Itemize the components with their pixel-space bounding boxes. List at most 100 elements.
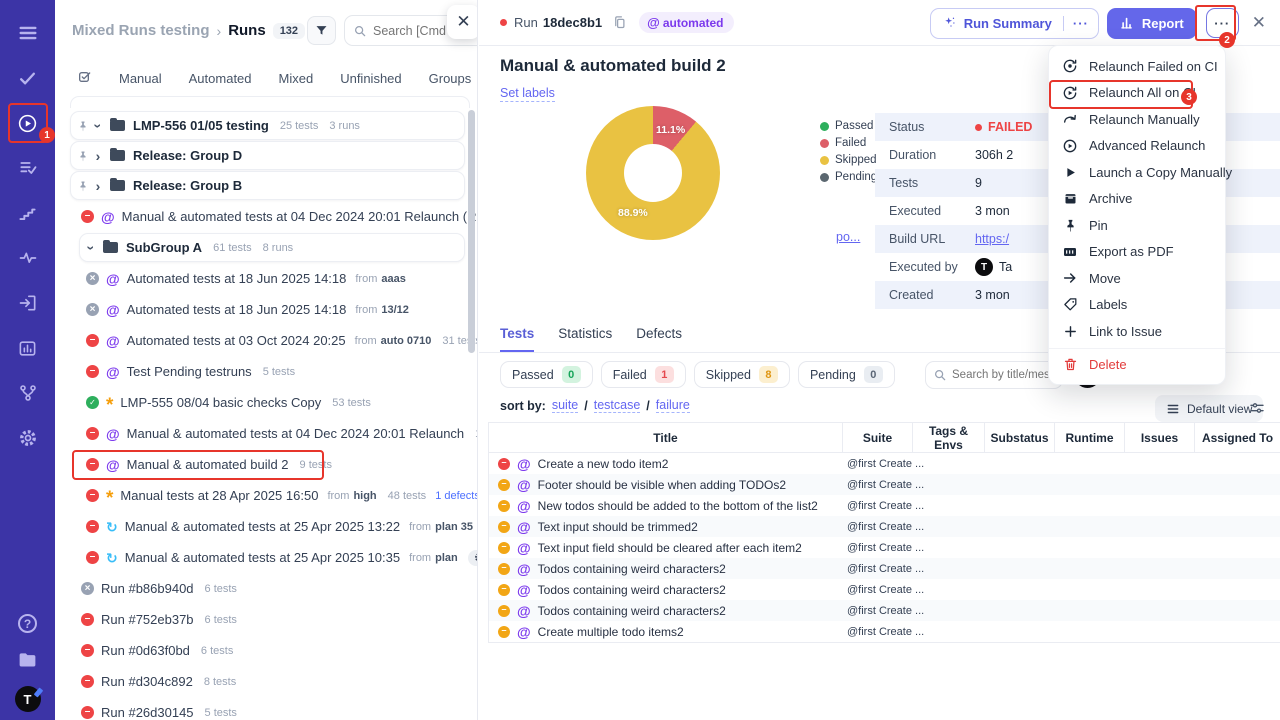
test-row[interactable]: Footer should be visible when adding TOD… bbox=[489, 474, 1280, 495]
run-list-item[interactable]: Run #0d63f0bd 6 tests bbox=[55, 635, 477, 666]
run-list-item[interactable]: Run #d304c892 8 tests bbox=[55, 666, 477, 697]
test-row[interactable]: Todos containing weird characters2 @firs… bbox=[489, 600, 1280, 621]
breadcrumb-section[interactable]: Runs bbox=[228, 22, 266, 39]
sidebar-nav-button[interactable] bbox=[8, 58, 48, 98]
menu-item[interactable]: Launch a Copy Manually bbox=[1049, 159, 1232, 186]
run-list-item[interactable]: Release: Group B bbox=[70, 171, 465, 200]
menu-item[interactable]: Delete bbox=[1049, 347, 1225, 377]
menu-item[interactable]: Relaunch Failed on CI bbox=[1049, 53, 1225, 80]
status-filter-pill[interactable]: Skipped 8 bbox=[693, 361, 790, 388]
run-list-item[interactable]: Run #b86b940d 6 tests bbox=[55, 573, 477, 604]
panel-close-button[interactable]: ✕ bbox=[447, 5, 477, 39]
menu-item[interactable]: Archive bbox=[1049, 186, 1225, 213]
table-header-cell[interactable]: Runtime bbox=[1055, 423, 1125, 452]
test-row[interactable]: New todos should be added to the bottom … bbox=[489, 495, 1280, 516]
tests-search-input[interactable] bbox=[952, 369, 1057, 381]
sidebar-nav-button[interactable] bbox=[8, 328, 48, 368]
menu-item[interactable]: Move bbox=[1049, 265, 1225, 292]
report-button[interactable]: Report bbox=[1106, 7, 1197, 39]
chevron-icon[interactable] bbox=[91, 118, 105, 134]
runs-scrollbar[interactable] bbox=[468, 110, 475, 353]
filter-button[interactable] bbox=[307, 16, 336, 45]
run-list-item[interactable]: Manual & automated tests at 25 Apr 2025 … bbox=[55, 511, 477, 542]
test-title: Footer should be visible when adding TOD… bbox=[537, 477, 787, 492]
chevron-icon[interactable] bbox=[91, 178, 105, 194]
sidebar-nav-button[interactable] bbox=[8, 283, 48, 323]
run-list-item[interactable]: Manual tests at 28 Apr 2025 16:50 from h… bbox=[55, 480, 477, 511]
test-row[interactable]: Todos containing weird characters2 @firs… bbox=[489, 558, 1280, 579]
status-filter-pill[interactable]: Pending 0 bbox=[797, 361, 895, 388]
build-url-link[interactable]: https:/ bbox=[975, 232, 1009, 246]
run-list-item[interactable]: Manual & automated tests at 04 Dec 2024 … bbox=[55, 201, 477, 232]
run-list-item[interactable]: Manual & automated tests at 25 Apr 2025 … bbox=[55, 542, 477, 573]
test-row[interactable]: Text input should be trimmed2 @first Cre… bbox=[489, 516, 1280, 537]
run-list-item[interactable]: Release: Group D bbox=[70, 141, 465, 170]
status-filter-pill[interactable]: Failed 1 bbox=[600, 361, 686, 388]
menu-item[interactable]: Link to Issue bbox=[1049, 318, 1225, 345]
runs-filter-tab[interactable]: Mixed bbox=[279, 71, 314, 86]
run-list-item[interactable]: Manual & automated build 2 9 tests bbox=[55, 449, 477, 480]
menu-item[interactable]: Advanced Relaunch bbox=[1049, 133, 1225, 160]
detail-tab[interactable]: Defects bbox=[636, 326, 682, 352]
run-list-item[interactable]: Automated tests at 18 Jun 2025 14:18 fro… bbox=[55, 294, 477, 325]
help-button[interactable]: ? bbox=[8, 614, 48, 633]
sidebar-nav-button[interactable] bbox=[8, 148, 48, 188]
select-all-icon[interactable] bbox=[77, 70, 93, 86]
menu-item[interactable]: Labels bbox=[1049, 292, 1225, 319]
status-filter-pill[interactable]: Passed 0 bbox=[500, 361, 593, 388]
table-header-cell[interactable]: Suite bbox=[843, 423, 913, 452]
run-list-item[interactable]: Automated tests at 18 Jun 2025 14:18 fro… bbox=[55, 263, 477, 294]
run-list-item[interactable]: Run #752eb37b 6 tests bbox=[55, 604, 477, 635]
user-avatar[interactable]: T bbox=[14, 686, 41, 712]
menu-item[interactable]: Relaunch Manually bbox=[1049, 106, 1225, 133]
run-list-item[interactable]: Run #26d30145 5 tests bbox=[55, 697, 477, 720]
run-summary-button[interactable]: Run Summary ··· bbox=[929, 7, 1099, 39]
tests-search[interactable] bbox=[925, 361, 1063, 389]
sidebar-nav-button[interactable] bbox=[8, 238, 48, 278]
table-header-cell[interactable]: Assigned To bbox=[1195, 423, 1280, 452]
runs-filter-tab[interactable]: Manual bbox=[119, 71, 162, 86]
sliders-icon[interactable] bbox=[1249, 400, 1265, 416]
runs-filter-tab[interactable]: Groups bbox=[429, 71, 472, 86]
table-header-cell[interactable]: Tags & Envs bbox=[913, 423, 985, 452]
automated-tag[interactable]: @ automated bbox=[639, 12, 734, 33]
detail-tab[interactable]: Statistics bbox=[558, 326, 612, 352]
run-list-item[interactable]: Manual & automated tests at 04 Dec 2024 … bbox=[55, 418, 477, 449]
sidebar-nav-button[interactable] bbox=[8, 373, 48, 413]
test-row[interactable]: Text input field should be cleared after… bbox=[489, 537, 1280, 558]
default-view-button[interactable]: Default view bbox=[1155, 395, 1264, 422]
sort-testcase-link[interactable]: testcase bbox=[593, 398, 641, 413]
breadcrumb-project[interactable]: Mixed Runs testing bbox=[72, 22, 210, 39]
run-list-item[interactable]: Automated tests at 03 Oct 2024 20:25 fro… bbox=[55, 325, 477, 356]
menu-item[interactable]: Relaunch All on CI bbox=[1049, 79, 1225, 108]
build-url-tail[interactable]: po... bbox=[836, 230, 860, 244]
run-list-item[interactable]: LMP-556 01/05 testing 25 tests 3 runs bbox=[70, 111, 465, 140]
sort-suite-link[interactable]: suite bbox=[551, 398, 579, 413]
detail-close-button[interactable]: ✕ bbox=[1252, 13, 1266, 33]
runs-filter-tab[interactable]: Unfinished bbox=[340, 71, 401, 86]
set-labels-link[interactable]: Set labels bbox=[500, 86, 555, 102]
table-header-cell[interactable]: Issues bbox=[1125, 423, 1195, 452]
projects-button[interactable] bbox=[8, 649, 48, 670]
defects-link[interactable]: 1 defects bbox=[435, 490, 477, 502]
run-summary-more-button[interactable]: ··· bbox=[1062, 15, 1098, 31]
table-header-cell[interactable]: Substatus bbox=[985, 423, 1055, 452]
chevron-icon[interactable] bbox=[84, 240, 98, 256]
run-list-item[interactable]: Test Pending testruns 5 tests bbox=[55, 356, 477, 387]
run-list-item[interactable]: SubGroup A 61 tests 8 runs bbox=[79, 233, 465, 262]
detail-tab[interactable]: Tests bbox=[500, 326, 535, 352]
sidebar-nav-button[interactable] bbox=[8, 418, 48, 458]
sidebar-nav-button[interactable] bbox=[8, 13, 48, 53]
menu-item[interactable]: Export as PDF bbox=[1049, 239, 1225, 266]
test-row[interactable]: Create multiple todo items2 @first Creat… bbox=[489, 621, 1280, 642]
runs-filter-tab[interactable]: Automated bbox=[189, 71, 252, 86]
menu-item[interactable]: Pin bbox=[1049, 212, 1225, 239]
table-header-cell[interactable]: Title bbox=[489, 423, 843, 452]
chevron-icon[interactable] bbox=[91, 148, 105, 164]
run-list-item[interactable]: LMP-555 08/04 basic checks Copy 53 tests bbox=[55, 387, 477, 418]
test-row[interactable]: Todos containing weird characters2 @firs… bbox=[489, 579, 1280, 600]
sort-failure-link[interactable]: failure bbox=[655, 398, 690, 413]
copy-icon[interactable] bbox=[612, 15, 627, 30]
test-row[interactable]: Create a new todo item2 @first Create ..… bbox=[489, 453, 1280, 474]
sidebar-nav-button[interactable] bbox=[8, 193, 48, 233]
